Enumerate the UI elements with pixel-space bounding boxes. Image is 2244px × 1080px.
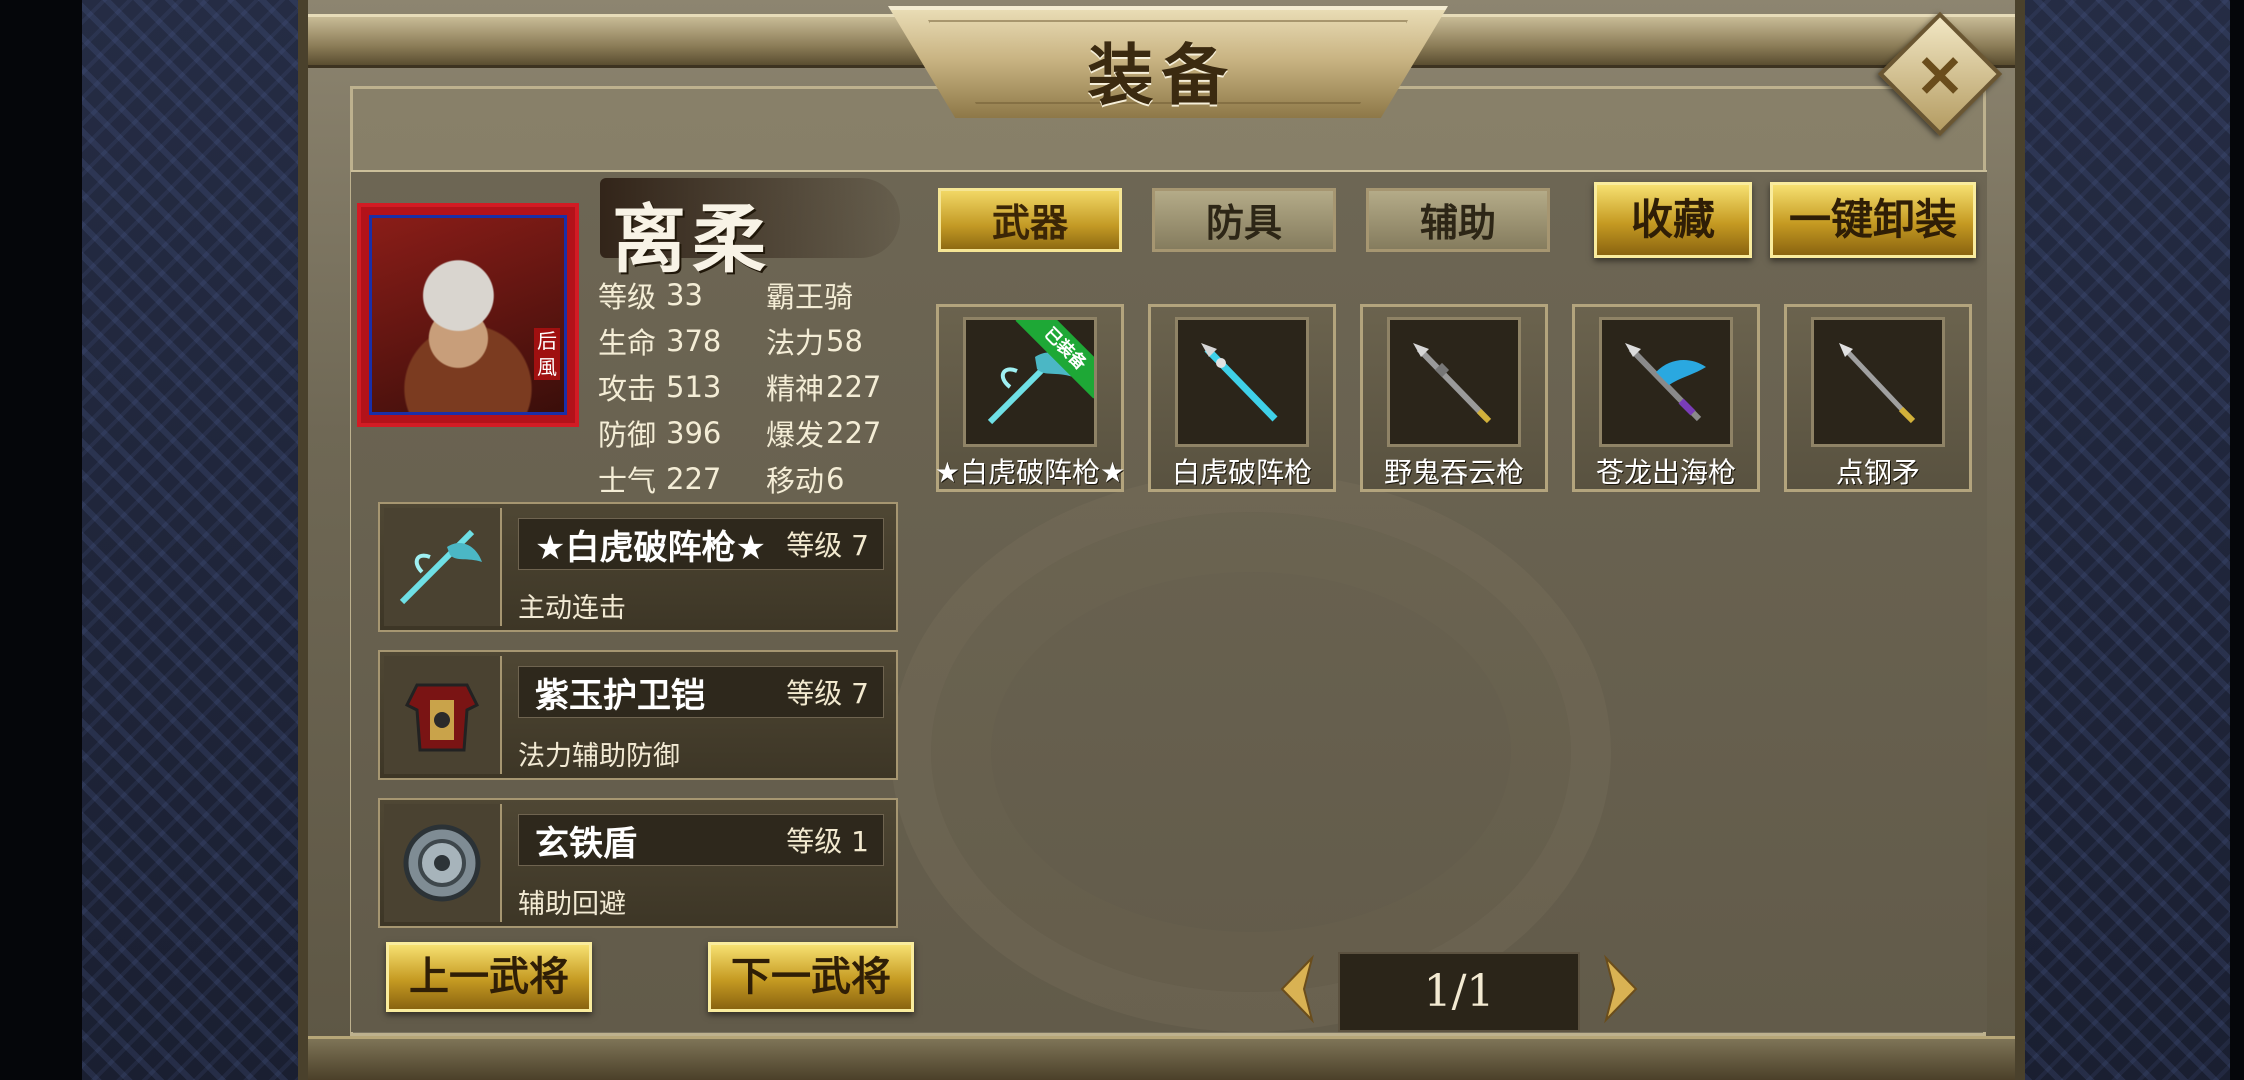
prev-page-button[interactable] (1274, 954, 1318, 1024)
stat-value: 227 (826, 416, 882, 450)
weapon-item[interactable]: 苍龙出海枪 (1572, 304, 1760, 492)
weapon-item[interactable]: 白虎破阵枪 (1148, 304, 1336, 492)
stat-row: 士气 227 移动 6 (598, 456, 898, 502)
chevron-left-icon (1280, 954, 1314, 1024)
stat-label: 防御 (598, 418, 657, 452)
equip-name: 紫玉护卫铠 (535, 675, 705, 716)
equip-level: 等级 7 (786, 677, 869, 710)
spear-icon (1387, 317, 1521, 447)
stat-value: 513 (666, 370, 722, 404)
prev-general-button[interactable]: 上一武将 (386, 942, 592, 1012)
equip-desc: 法力辅助防御 (518, 741, 680, 772)
equip-desc: 主动连击 (518, 593, 626, 624)
tab-weapons[interactable]: 武器 (938, 188, 1122, 252)
stat-label: 爆发 (766, 418, 825, 452)
stat-label: 等级 (598, 280, 657, 314)
stat-value: 396 (666, 416, 722, 450)
unequip-all-button[interactable]: 一键卸装 (1770, 182, 1976, 258)
weapon-name: 野鬼吞云枪 (1383, 456, 1524, 489)
stat-value: 227 (666, 462, 722, 496)
stat-label: 精神 (766, 372, 825, 406)
steel-spear-icon (1811, 317, 1945, 447)
weapon-name: ★白虎破阵枪★ (934, 456, 1126, 489)
armor-icon (384, 656, 502, 774)
weapon-item[interactable]: 野鬼吞云枪 (1360, 304, 1548, 492)
equip-desc: 辅助回避 (518, 889, 626, 920)
portrait-tag: 后風 (534, 328, 560, 380)
white-tiger-spear-icon (384, 508, 502, 626)
equip-name: ★白虎破阵枪★ (535, 527, 766, 568)
bottom-rail (308, 1036, 2015, 1080)
next-general-button[interactable]: 下一武将 (708, 942, 914, 1012)
stat-value: 227 (826, 370, 882, 404)
hero-name: 离柔 (612, 197, 772, 283)
stat-label: 士气 (598, 464, 657, 498)
stat-label: 法力 (766, 326, 825, 360)
stat-label: 移动 (766, 464, 825, 498)
weapon-item[interactable]: 已装备 ★白虎破阵枪★ (935, 304, 1125, 492)
equip-namebar: ★白虎破阵枪★ 等级 7 (518, 518, 884, 570)
hero-class: 霸王骑 (766, 280, 854, 314)
stat-label: 攻击 (598, 372, 657, 406)
weapon-name: 点钢矛 (1835, 456, 1920, 489)
stat-value: 58 (826, 324, 863, 358)
equip-name: 玄铁盾 (535, 823, 637, 864)
stat-value: 6 (826, 462, 845, 496)
weapon-name: 白虎破阵枪 (1171, 456, 1312, 489)
dragon-emblem (891, 472, 1611, 1032)
equipped-weapon-slot[interactable]: ★白虎破阵枪★ 等级 7 主动连击 (378, 502, 898, 632)
chevron-right-icon (1604, 954, 1638, 1024)
dragon-spear-icon (1599, 317, 1733, 447)
page-indicator: 1/1 (1338, 952, 1580, 1032)
white-tiger-spear-icon: 已装备 (963, 317, 1097, 447)
hero-stats: 等级 33 霸王骑 生命 378 法力 58 攻击 513 精神 227 防御 … (598, 272, 898, 502)
equipped-shield-slot[interactable]: 玄铁盾 等级 1 辅助回避 (378, 798, 898, 928)
weapon-item[interactable]: 点钢矛 (1784, 304, 1972, 492)
avatar: 后風 (369, 215, 567, 415)
equip-namebar: 紫玉护卫铠 等级 7 (518, 666, 884, 718)
tab-accessory[interactable]: 辅助 (1366, 188, 1550, 252)
stat-row: 防御 396 爆发 227 (598, 410, 898, 456)
background-right (2024, 0, 2244, 1080)
stat-row: 生命 378 法力 58 (598, 318, 898, 364)
tab-armor[interactable]: 防具 (1152, 188, 1336, 252)
stat-row-level: 等级 33 霸王骑 (598, 272, 898, 318)
favorite-button[interactable]: 收藏 (1594, 182, 1752, 258)
shield-icon (384, 804, 502, 922)
next-page-button[interactable] (1600, 954, 1644, 1024)
equip-level: 等级 1 (786, 825, 869, 858)
stat-value: 33 (666, 278, 703, 312)
stat-label: 生命 (598, 326, 657, 360)
equip-level: 等级 7 (786, 529, 869, 562)
page-title: 装备 (1087, 36, 1236, 114)
weapon-name: 苍龙出海枪 (1595, 456, 1736, 489)
equipped-armor-slot[interactable]: 紫玉护卫铠 等级 7 法力辅助防御 (378, 650, 898, 780)
background-left (0, 0, 300, 1080)
spear-icon (1175, 317, 1309, 447)
hero-portrait[interactable]: 后風 (357, 203, 579, 427)
stat-row: 攻击 513 精神 227 (598, 364, 898, 410)
stat-value: 378 (666, 324, 722, 358)
equip-namebar: 玄铁盾 等级 1 (518, 814, 884, 866)
